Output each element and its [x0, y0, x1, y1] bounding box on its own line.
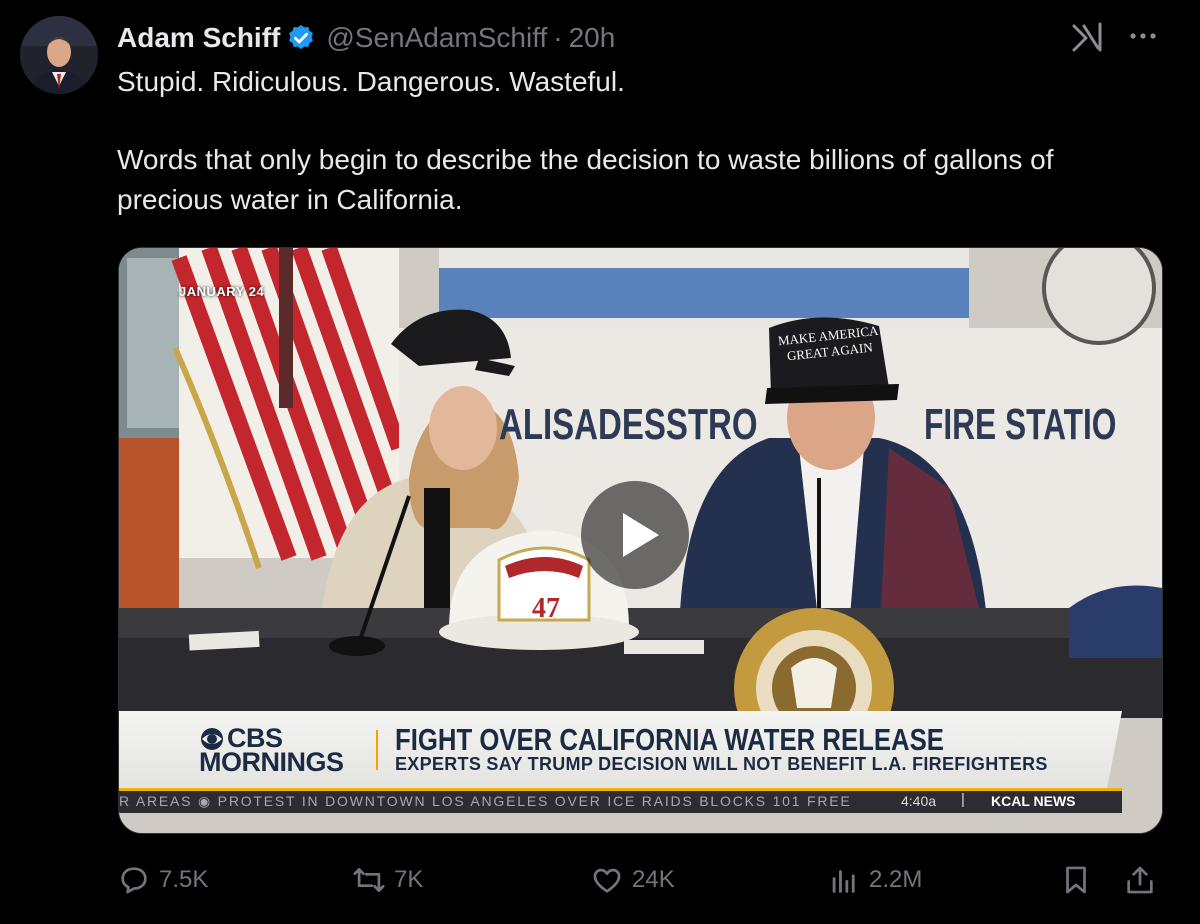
avatar[interactable] — [20, 16, 98, 94]
reply-count: 7.5K — [159, 866, 209, 893]
video-date-stamp: JANUARY 24 — [179, 284, 265, 299]
news-headline: FIGHT OVER CALIFORNIA WATER RELEASE — [395, 722, 944, 757]
repost-count: 7K — [394, 866, 424, 893]
bookmark-button[interactable] — [1059, 858, 1101, 902]
share-button[interactable] — [1123, 858, 1165, 902]
brand-line-2: MORNINGS — [199, 747, 344, 777]
ticker-time: 4:40a — [901, 793, 937, 809]
play-button[interactable] — [581, 481, 689, 589]
reply-button[interactable]: 7.5K — [117, 858, 208, 902]
repost-button[interactable]: 7K — [352, 858, 423, 902]
video-player[interactable]: JANUARY 24 ALISADESSTRO FIRE STATIO MAKE… — [118, 247, 1163, 834]
tweet-header: Adam Schiff @SenAdamSchiff · 20h — [117, 18, 615, 58]
like-button[interactable]: 24K — [590, 858, 675, 902]
ticker-separator: | — [961, 791, 965, 808]
separator-dot: · — [553, 22, 563, 53]
backdrop-text-left: ALISADESSTRO — [499, 400, 758, 449]
reply-icon — [121, 867, 147, 894]
backdrop-text-right: FIRE STATIO — [924, 400, 1117, 449]
timestamp[interactable]: 20h — [569, 22, 616, 54]
views-button[interactable]: 2.2M — [827, 858, 922, 902]
helmet-number: 47 — [532, 593, 560, 624]
tweet-text: Stupid. Ridiculous. Dangerous. Wasteful.… — [117, 62, 1167, 220]
author-name[interactable]: Adam Schiff — [117, 22, 280, 54]
like-count: 24K — [632, 866, 675, 893]
news-ticker-text: R AREAS ◉ PROTEST IN DOWNTOWN LOS ANGELE… — [119, 793, 852, 809]
bookmark-icon — [1066, 866, 1086, 894]
author-handle[interactable]: @SenAdamSchiff — [326, 22, 547, 54]
news-subheadline: EXPERTS SAY TRUMP DECISION WILL NOT BENE… — [395, 754, 1048, 774]
view-count: 2.2M — [869, 866, 923, 893]
play-icon — [623, 513, 659, 557]
views-icon — [832, 870, 855, 893]
tweet-line-1: Stupid. Ridiculous. Dangerous. Wasteful. — [117, 66, 625, 97]
ticker-station: KCAL NEWS — [991, 793, 1076, 809]
repost-icon — [353, 868, 385, 892]
grok-icon[interactable] — [1070, 18, 1108, 56]
verified-badge-icon — [289, 24, 314, 50]
tweet-line-2: Words that only begin to describe the de… — [117, 144, 1054, 215]
share-icon — [1127, 866, 1153, 894]
cbs-mornings-brand: CBS MORNINGS — [199, 725, 344, 777]
more-icon[interactable] — [1125, 20, 1161, 52]
tweet-actions: 7.5K 7K 24K 2.2M — [117, 858, 1167, 902]
like-icon — [593, 868, 621, 893]
lower-third-divider — [376, 730, 378, 770]
avatar-image — [20, 16, 98, 94]
